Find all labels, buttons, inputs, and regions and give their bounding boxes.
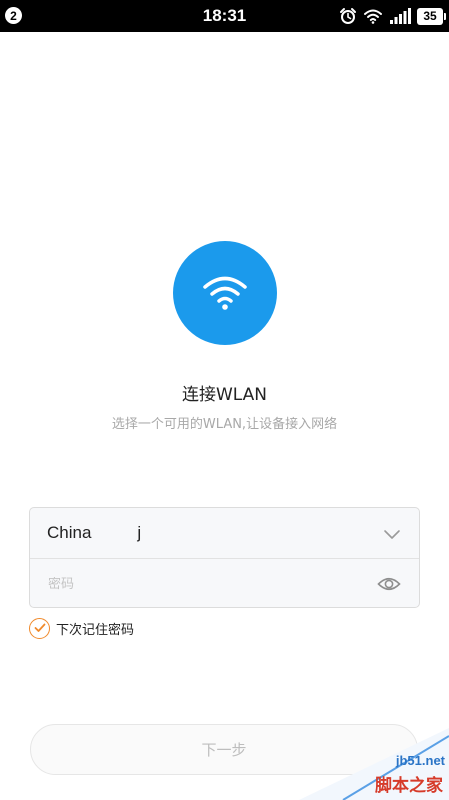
status-icons: 35 (339, 6, 446, 26)
wlan-form: China j (29, 507, 420, 608)
page-subtitle: 选择一个可用的WLAN,让设备接入网络 (111, 417, 338, 432)
battery-indicator: 35 (417, 7, 446, 25)
network-select[interactable]: China j (30, 508, 419, 559)
alarm-icon (339, 7, 357, 25)
wifi-icon (363, 8, 383, 24)
network-name: China (47, 523, 92, 542)
next-button[interactable]: 下一步 (30, 724, 418, 775)
wifi-icon (199, 271, 251, 315)
remember-password-checkbox[interactable]: 下次记住密码 (29, 617, 134, 639)
network-name-suffix: j (137, 523, 142, 542)
notification-count-badge: 2 (5, 7, 22, 24)
eye-icon[interactable] (377, 575, 401, 597)
chevron-down-icon[interactable] (383, 526, 401, 545)
checkmark-icon[interactable] (29, 617, 50, 639)
page-title: 连接WLAN (181, 385, 268, 405)
remember-password-label: 下次记住密码 (56, 622, 135, 638)
password-input[interactable] (48, 576, 348, 592)
status-bar: 2 18:31 35 (0, 0, 449, 32)
wlan-hero-icon (173, 241, 277, 345)
signal-icon (389, 8, 411, 24)
password-row (30, 559, 419, 607)
